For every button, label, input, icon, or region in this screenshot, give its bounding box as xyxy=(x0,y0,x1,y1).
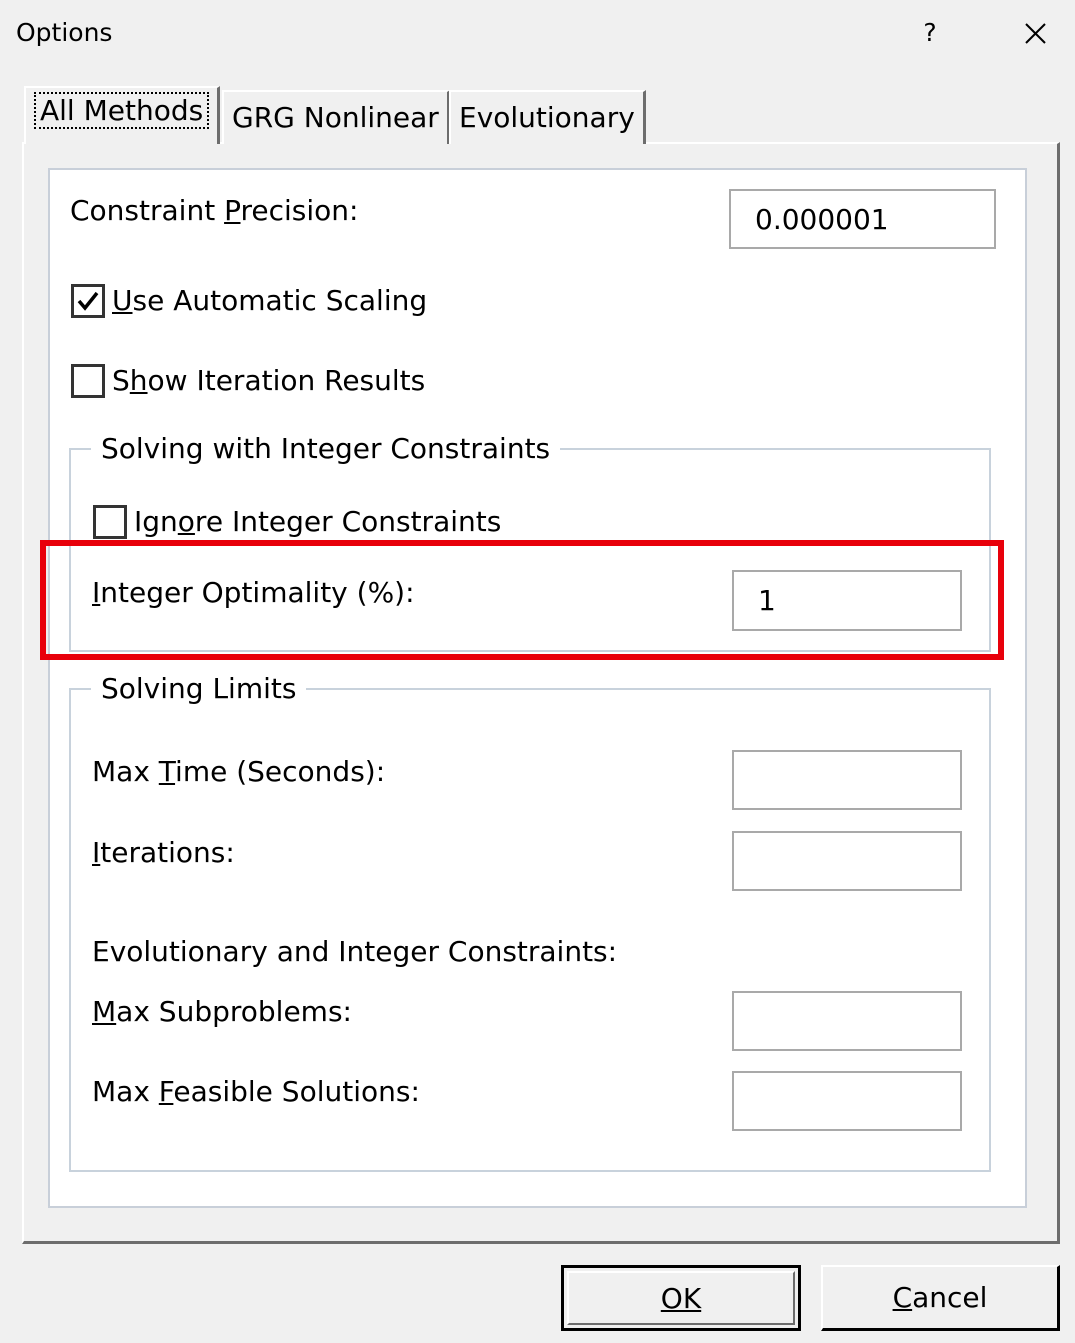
tab-label: All Methods xyxy=(34,92,210,129)
integer-optimality-label: Integer Optimality (%): xyxy=(92,576,415,609)
constraint-precision-input[interactable]: 0.000001 xyxy=(729,189,996,249)
cancel-button-label: Cancel xyxy=(892,1281,988,1314)
cancel-button[interactable]: Cancel xyxy=(821,1265,1060,1331)
ok-button[interactable]: OK xyxy=(561,1265,801,1331)
close-button[interactable] xyxy=(1014,14,1056,54)
max-time-input[interactable] xyxy=(732,750,962,810)
dialog-title: Options xyxy=(16,18,113,47)
help-button[interactable]: ? xyxy=(912,14,948,54)
max-subproblems-input[interactable] xyxy=(732,991,962,1051)
ok-button-label: OK xyxy=(567,1271,795,1325)
close-icon xyxy=(1025,23,1046,44)
tab-grg-nonlinear[interactable]: GRG Nonlinear xyxy=(222,90,450,144)
evolutionary-integer-label: Evolutionary and Integer Constraints: xyxy=(92,935,618,968)
max-time-label: Max Time (Seconds): xyxy=(92,755,386,788)
iterations-label: Iterations: xyxy=(92,836,235,869)
integer-optimality-input[interactable]: 1 xyxy=(732,570,962,631)
use-automatic-scaling-label: Use Automatic Scaling xyxy=(112,284,428,317)
tab-evolutionary[interactable]: Evolutionary xyxy=(449,90,646,144)
tab-label: Evolutionary xyxy=(459,101,635,134)
integer-constraints-group-title: Solving with Integer Constraints xyxy=(91,432,561,465)
show-iteration-results-label: Show Iteration Results xyxy=(112,364,426,397)
max-feasible-solutions-label: Max Feasible Solutions: xyxy=(92,1075,420,1108)
checkmark-icon xyxy=(77,291,99,311)
iterations-input[interactable] xyxy=(732,831,962,891)
use-automatic-scaling-checkbox[interactable] xyxy=(71,284,105,318)
max-subproblems-label: Max Subproblems: xyxy=(92,995,352,1028)
solving-limits-group-title: Solving Limits xyxy=(91,672,307,705)
constraint-precision-label: Constraint Precision: xyxy=(70,194,359,227)
tab-label: GRG Nonlinear xyxy=(232,101,439,134)
ignore-integer-constraints-label: Ignore Integer Constraints xyxy=(134,505,502,538)
max-feasible-solutions-input[interactable] xyxy=(732,1071,962,1131)
ignore-integer-constraints-checkbox[interactable] xyxy=(93,505,127,539)
tab-all-methods[interactable]: All Methods xyxy=(24,86,221,144)
show-iteration-results-checkbox[interactable] xyxy=(71,364,105,398)
